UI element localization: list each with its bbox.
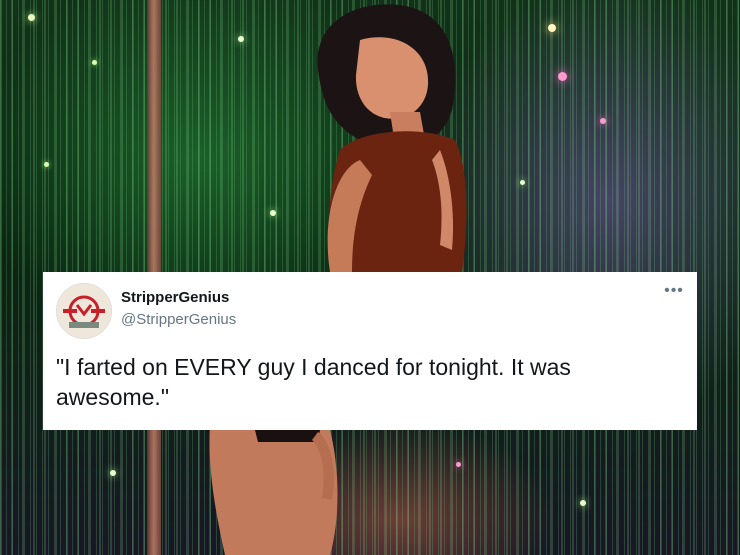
tweet-text: "I farted on EVERY guy I danced for toni…	[56, 354, 571, 410]
avatar-logo-icon	[57, 284, 111, 338]
more-horizontal-icon: •••	[664, 282, 684, 299]
display-name[interactable]: StripperGenius	[121, 289, 229, 306]
profile-avatar[interactable]	[56, 283, 112, 339]
more-options-button[interactable]: •••	[662, 283, 686, 302]
user-handle[interactable]: @StripperGenius	[121, 311, 236, 328]
